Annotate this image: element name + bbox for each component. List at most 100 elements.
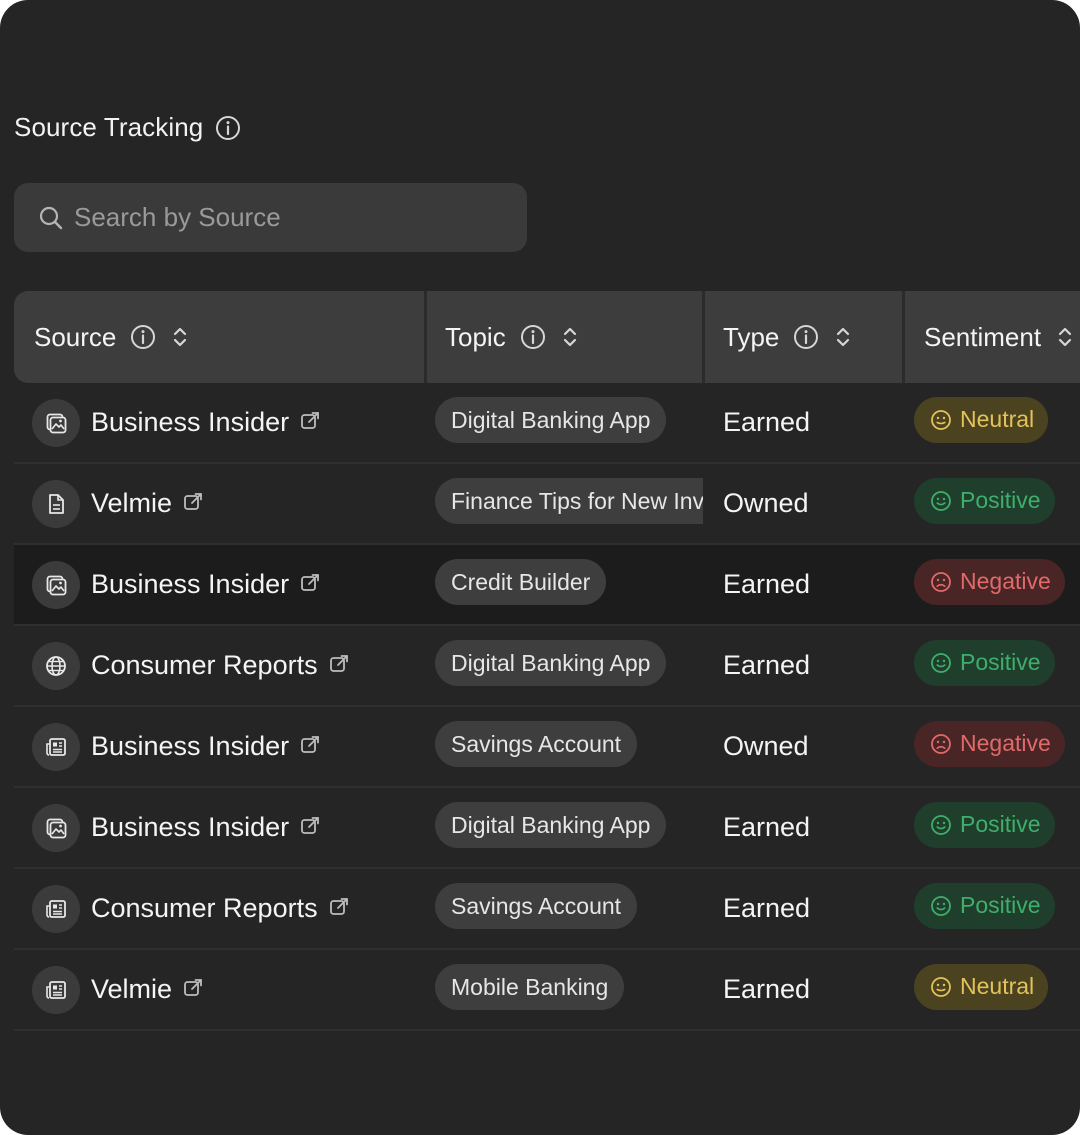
- type-cell: Earned: [723, 974, 811, 1004]
- table-row[interactable]: Velmie Finance Tips for New Investors Owne…: [14, 464, 1080, 545]
- type-cell: Earned: [723, 812, 811, 842]
- image-icon: [32, 560, 80, 609]
- source-name[interactable]: Business Insider: [91, 812, 289, 843]
- sentiment-cell: Negative: [914, 545, 1065, 624]
- external-link-icon[interactable]: [299, 410, 321, 432]
- table-row[interactable]: Business Insider Digital Banking App Earne…: [14, 383, 1080, 464]
- source-name[interactable]: Consumer Reports: [91, 893, 318, 924]
- external-link-icon[interactable]: [299, 815, 321, 837]
- sort-icon[interactable]: [1055, 324, 1075, 350]
- column-label: Source: [34, 321, 117, 352]
- search-input[interactable]: [72, 201, 516, 234]
- column-header-source[interactable]: Source: [34, 291, 190, 383]
- sentiment-label: Negative: [960, 568, 1051, 594]
- smile-face-icon: [930, 409, 952, 431]
- sentiment-cell: Negative: [914, 707, 1065, 786]
- sentiment-cell: Positive: [914, 464, 1055, 543]
- topic-tag: Mobile Banking: [435, 963, 625, 1010]
- external-link-icon[interactable]: [299, 572, 321, 594]
- external-link-icon[interactable]: [328, 653, 350, 675]
- table-row[interactable]: Consumer Reports Savings Account Earned Pos…: [14, 869, 1080, 950]
- source-name[interactable]: Consumer Reports: [91, 650, 318, 681]
- topic-cell: Digital Banking App: [435, 626, 703, 705]
- sentiment-badge: Neutral: [914, 963, 1049, 1010]
- source-cell: Business Insider: [32, 383, 321, 462]
- source-name[interactable]: Velmie: [91, 488, 172, 519]
- sentiment-badge: Neutral: [914, 396, 1049, 443]
- source-name[interactable]: Velmie: [91, 974, 172, 1005]
- source-name[interactable]: Business Insider: [91, 731, 289, 762]
- type-cell: Earned: [723, 893, 811, 923]
- source-name[interactable]: Business Insider: [91, 569, 289, 600]
- sort-icon[interactable]: [170, 324, 190, 350]
- table-row[interactable]: Velmie Mobile Banking Earned Neutral: [14, 950, 1080, 1031]
- column-header-topic[interactable]: Topic: [445, 291, 580, 383]
- column-label: Sentiment: [924, 321, 1042, 352]
- sentiment-label: Neutral: [960, 406, 1035, 432]
- table-row[interactable]: Business Insider Savings Account Owned Nega…: [14, 707, 1080, 788]
- table-row[interactable]: Business Insider Credit Builder Earned Nega…: [14, 545, 1080, 626]
- newspaper-icon: [32, 722, 80, 771]
- info-icon[interactable]: [520, 324, 546, 350]
- source-cell: Velmie: [32, 464, 204, 543]
- sad-face-icon: [930, 733, 952, 755]
- source-cell: Velmie: [32, 950, 204, 1029]
- source-cell: Consumer Reports: [32, 869, 350, 948]
- sort-icon[interactable]: [560, 324, 580, 350]
- topic-cell: Mobile Banking: [435, 950, 703, 1029]
- info-icon[interactable]: [793, 324, 819, 350]
- smile-face-icon: [930, 652, 952, 674]
- info-icon[interactable]: [215, 115, 241, 141]
- type-cell: Earned: [723, 407, 811, 437]
- smile-face-icon: [930, 976, 952, 998]
- sort-icon[interactable]: [833, 324, 853, 350]
- type-cell: Earned: [723, 650, 811, 680]
- topic-cell: Digital Banking App: [435, 788, 703, 867]
- type-cell: Owned: [723, 488, 809, 518]
- search-box[interactable]: [14, 183, 527, 252]
- topic-tag: Digital Banking App: [435, 801, 667, 848]
- sentiment-label: Positive: [960, 487, 1041, 513]
- column-divider: [702, 291, 705, 383]
- sentiment-label: Positive: [960, 811, 1041, 837]
- sentiment-badge: Positive: [914, 477, 1055, 524]
- external-link-icon[interactable]: [328, 896, 350, 918]
- sentiment-label: Negative: [960, 730, 1051, 756]
- topic-cell: Digital Banking App: [435, 383, 703, 462]
- sentiment-label: Positive: [960, 892, 1041, 918]
- external-link-icon[interactable]: [182, 491, 204, 513]
- search-icon: [38, 205, 64, 231]
- sentiment-label: Neutral: [960, 973, 1035, 999]
- newspaper-icon: [32, 884, 80, 933]
- image-icon: [32, 803, 80, 852]
- source-cell: Business Insider: [32, 788, 321, 867]
- sentiment-cell: Positive: [914, 626, 1055, 705]
- source-cell: Business Insider: [32, 545, 321, 624]
- table-row[interactable]: Business Insider Digital Banking App Earne…: [14, 788, 1080, 869]
- source-table: Source Topic Type Sentiment Business Ins…: [14, 291, 1080, 1031]
- type-cell: Earned: [723, 569, 811, 599]
- topic-tag: Finance Tips for New Investors: [435, 477, 703, 524]
- source-cell: Consumer Reports: [32, 626, 350, 705]
- page-title: Source Tracking: [14, 112, 204, 142]
- topic-cell: Savings Account: [435, 707, 703, 786]
- topic-tag: Credit Builder: [435, 558, 607, 605]
- info-icon[interactable]: [130, 324, 156, 350]
- smile-face-icon: [930, 895, 952, 917]
- column-header-sentiment[interactable]: Sentiment: [924, 291, 1075, 383]
- column-header-type[interactable]: Type: [723, 291, 853, 383]
- sentiment-badge: Positive: [914, 639, 1055, 686]
- smile-face-icon: [930, 814, 952, 836]
- external-link-icon[interactable]: [182, 977, 204, 999]
- globe-icon: [32, 641, 80, 690]
- sentiment-badge: Positive: [914, 882, 1055, 929]
- source-name[interactable]: Business Insider: [91, 407, 289, 438]
- external-link-icon[interactable]: [299, 734, 321, 756]
- title-row: Source Tracking: [14, 112, 241, 143]
- topic-cell: Credit Builder: [435, 545, 703, 624]
- source-tracking-panel: Source Tracking Source Topic Type: [0, 0, 1080, 1135]
- sentiment-cell: Neutral: [914, 383, 1049, 462]
- table-row[interactable]: Consumer Reports Digital Banking App Earne…: [14, 626, 1080, 707]
- sentiment-cell: Neutral: [914, 950, 1049, 1029]
- type-cell: Owned: [723, 731, 809, 761]
